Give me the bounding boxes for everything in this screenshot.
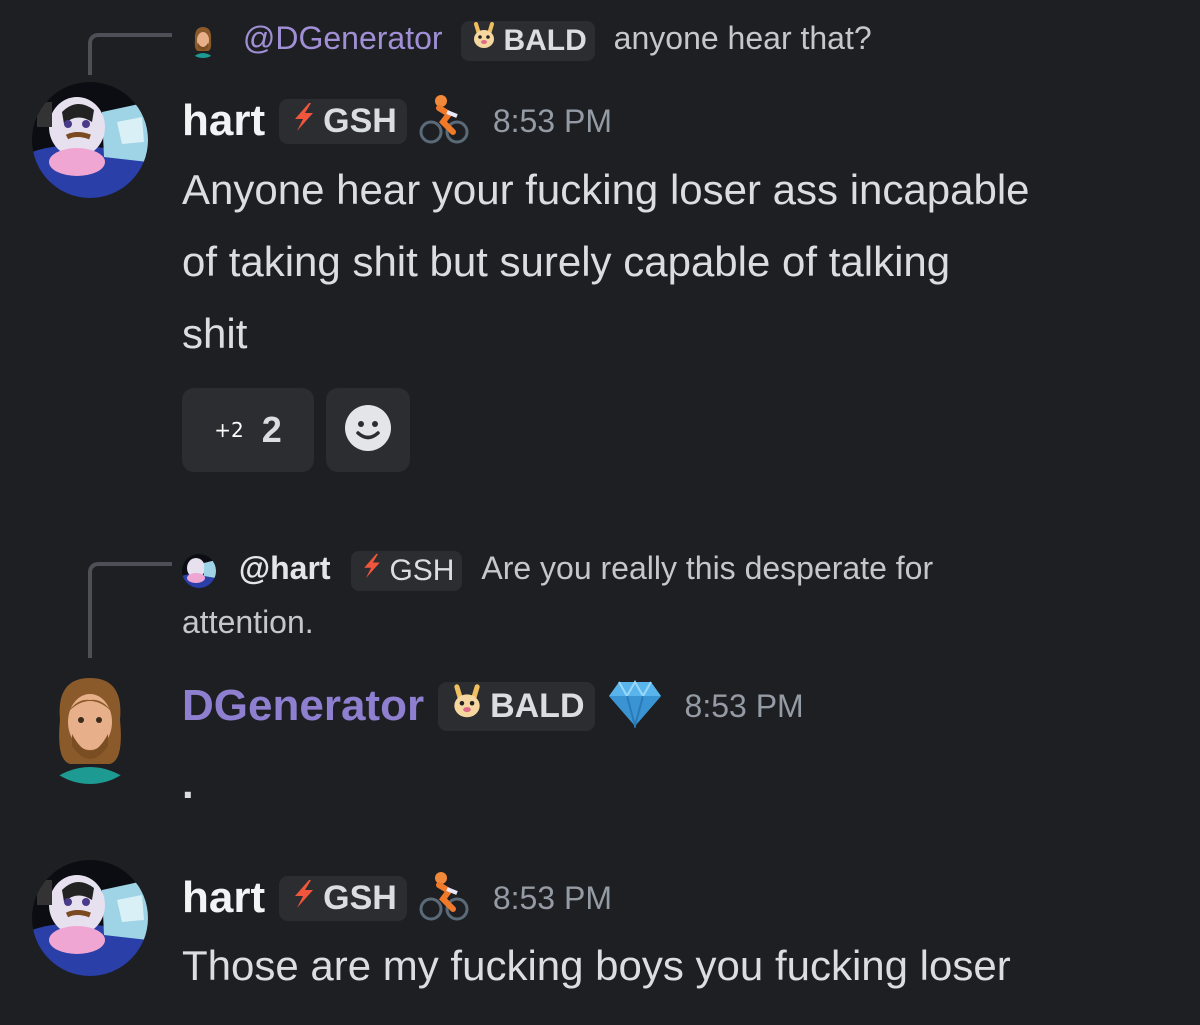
reply-avatar-hart[interactable]: [182, 553, 216, 588]
role-tag[interactable]: BALD: [461, 20, 595, 61]
reply-mention[interactable]: @hart: [239, 550, 331, 586]
timestamp[interactable]: 8:53 PM: [685, 688, 804, 725]
reply-avatar-dgenerator[interactable]: [186, 23, 220, 58]
message-content[interactable]: Those are my fucking boys you fucking lo…: [182, 930, 1011, 1002]
timestamp[interactable]: 8:53 PM: [493, 103, 612, 140]
message-content[interactable]: .: [182, 748, 194, 820]
role-tag[interactable]: GSH: [351, 550, 463, 591]
role-tag[interactable]: GSH: [279, 98, 407, 144]
message-header: hart GSH 8:53 PM: [182, 871, 612, 924]
username[interactable]: hart: [182, 96, 265, 146]
message-line: Anyone hear your fucking loser ass incap…: [182, 166, 1030, 213]
avatar-dgenerator[interactable]: [32, 668, 148, 784]
role-tag[interactable]: BALD: [438, 681, 595, 731]
message-line: shit: [182, 310, 248, 357]
gem-emoji: [607, 679, 663, 733]
avatar-hart[interactable]: [32, 860, 148, 976]
reply-text[interactable]: Are you really this desperate for: [481, 550, 933, 586]
role-tag-label: BALD: [503, 23, 587, 57]
reaction-count: 2: [261, 409, 282, 450]
username[interactable]: hart: [182, 873, 265, 923]
add-reaction-button[interactable]: [326, 388, 410, 472]
bunny-icon: [448, 683, 486, 729]
cyclist-emoji: [417, 92, 471, 151]
avatar-hart[interactable]: [32, 82, 148, 198]
reply-text[interactable]: anyone hear that?: [614, 20, 872, 56]
cyclist-emoji: [417, 869, 471, 928]
add-reaction-smiley-icon: [344, 404, 392, 457]
message-content[interactable]: Anyone hear your fucking loser ass incap…: [182, 154, 1182, 370]
reply-connector: [88, 33, 172, 75]
lightning-icon: [289, 878, 319, 919]
lightning-icon: [289, 101, 319, 142]
reaction-button[interactable]: +2 2: [182, 388, 314, 472]
message-header: DGenerator BALD 8:53 PM: [182, 678, 804, 734]
reply-connector: [88, 562, 172, 658]
bunny-icon: [469, 21, 499, 61]
reply-mention[interactable]: @DGenerator: [243, 20, 443, 56]
reply-preview[interactable]: @hart GSH Are you really this desperate …: [182, 548, 933, 591]
role-tag-label: GSH: [323, 101, 397, 140]
role-tag-label: GSH: [323, 878, 397, 917]
message-line: of taking shit but surely capable of tal…: [182, 238, 951, 285]
role-tag-label: BALD: [490, 686, 585, 725]
role-tag[interactable]: GSH: [279, 875, 407, 921]
reaction-emoji: +2: [214, 418, 244, 442]
role-tag-label: GSH: [389, 553, 455, 587]
reply-preview[interactable]: @DGenerator BALD anyone hear that?: [186, 18, 872, 61]
timestamp[interactable]: 8:53 PM: [493, 880, 612, 917]
reply-text-continued[interactable]: attention.: [182, 602, 314, 642]
username[interactable]: DGenerator: [182, 681, 424, 731]
lightning-icon: [359, 551, 385, 591]
message-header: hart GSH 8:53 PM: [182, 94, 612, 147]
